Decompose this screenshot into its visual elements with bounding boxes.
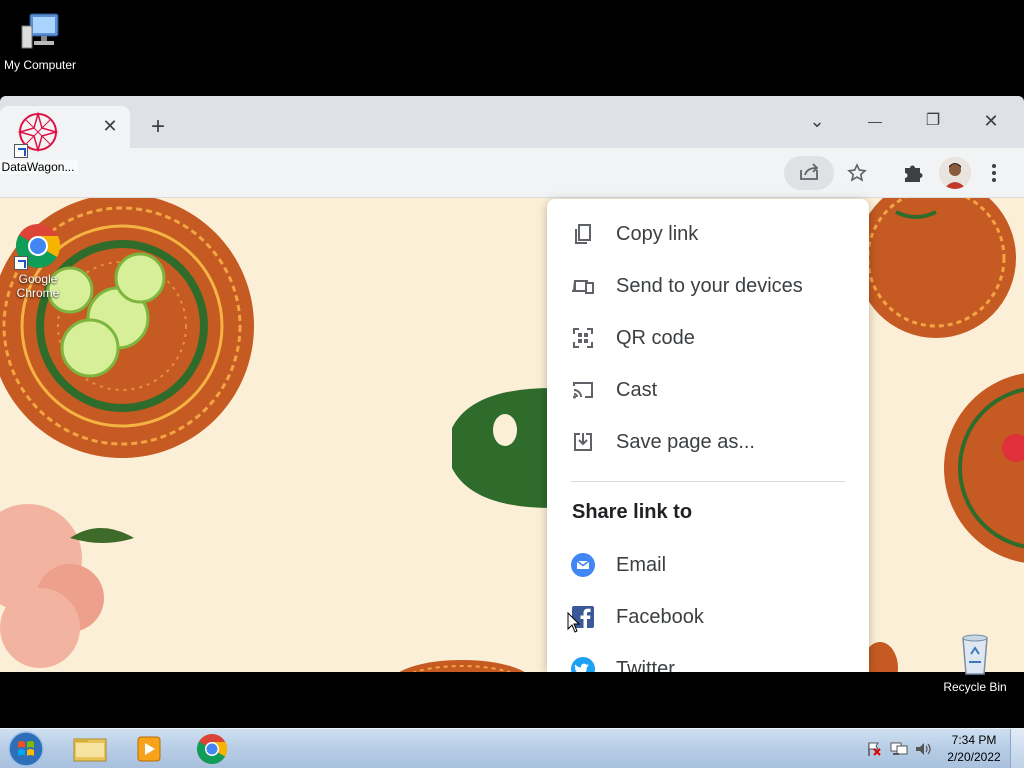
- menu-item-copy-link[interactable]: Copy link: [547, 210, 869, 258]
- volume-icon[interactable]: [914, 741, 932, 757]
- menu-item-send-to-devices[interactable]: Send to your devices: [547, 262, 869, 310]
- folder-icon: [73, 738, 107, 762]
- desktop: My Computer ✕ + ⌄ — ❐ ✕ DataWagon... Goo…: [0, 0, 1024, 768]
- windows-logo-icon: [8, 731, 44, 767]
- share-menu: Copy link Send to your devices QR code C…: [547, 199, 869, 672]
- desktop-icon-label: DataWagon...: [0, 160, 78, 174]
- computer-icon: [16, 8, 64, 56]
- menu-item-share-email[interactable]: Email: [547, 541, 869, 589]
- qr-code-icon: [573, 328, 593, 348]
- menu-item-cast[interactable]: Cast: [547, 366, 869, 414]
- tab-strip: ✕ + ⌄ — ❐ ✕: [0, 96, 1024, 148]
- desktop-icon-label: Google Chrome: [16, 272, 60, 300]
- browser-menu-button[interactable]: [980, 158, 1008, 188]
- share-link-heading: Share link to: [572, 501, 693, 523]
- menu-item-label: QR code: [616, 327, 695, 349]
- cast-icon: [573, 382, 593, 399]
- chrome-icon: [14, 222, 62, 270]
- menu-item-label: Cast: [616, 379, 658, 401]
- shortcut-arrow-icon: [14, 144, 28, 158]
- menu-divider: [571, 481, 845, 482]
- media-player-icon: [137, 736, 161, 762]
- mouse-cursor-icon: [567, 612, 581, 633]
- star-icon: [847, 163, 867, 182]
- tab-close-button[interactable]: ✕: [100, 116, 120, 136]
- menu-item-share-facebook[interactable]: Facebook: [547, 593, 869, 641]
- show-desktop-button[interactable]: [1010, 729, 1024, 768]
- desktop-icon-datawagon[interactable]: DataWagon...: [0, 110, 78, 174]
- decorative-illustration: [0, 198, 1024, 672]
- chrome-window: ✕ + ⌄ — ❐ ✕: [0, 96, 1024, 672]
- menu-item-label: Email: [616, 554, 667, 576]
- desktop-icon-label: Recycle Bin: [943, 680, 1007, 694]
- desktop-icon-my-computer[interactable]: My Computer: [0, 8, 80, 72]
- share-button[interactable]: [784, 156, 834, 190]
- download-icon: [574, 433, 592, 451]
- copy-icon: [575, 224, 591, 244]
- menu-item-share-twitter[interactable]: Twitter: [547, 645, 869, 672]
- desktop-icon-label: My Computer: [3, 58, 77, 72]
- clock-time[interactable]: 7:34 PM: [948, 733, 1000, 747]
- recycle-bin-icon: [951, 630, 999, 678]
- menu-item-label: Facebook: [616, 606, 704, 628]
- action-center-icon[interactable]: [866, 741, 882, 757]
- datawagon-icon: [14, 110, 62, 158]
- taskbar-app-chrome[interactable]: [188, 731, 236, 767]
- shortcut-arrow-icon: [14, 256, 28, 270]
- new-tab-button[interactable]: +: [144, 114, 172, 142]
- menu-item-label: Copy link: [616, 223, 699, 245]
- chrome-icon: [196, 734, 228, 765]
- start-button[interactable]: [6, 730, 46, 768]
- clock-date[interactable]: 2/20/2022: [944, 750, 1004, 764]
- menu-item-label: Save page as...: [616, 431, 755, 453]
- menu-item-label: Twitter: [616, 658, 675, 672]
- twitter-icon: [571, 657, 595, 672]
- browser-toolbar: [0, 148, 1024, 198]
- extensions-button[interactable]: [898, 158, 928, 188]
- desktop-icon-recycle-bin[interactable]: Recycle Bin: [935, 630, 1015, 694]
- bookmark-button[interactable]: [842, 158, 872, 188]
- share-icon: [800, 163, 819, 180]
- tab-search-button[interactable]: ⌄: [802, 108, 832, 134]
- puzzle-icon: [905, 165, 923, 182]
- close-window-button[interactable]: ✕: [976, 108, 1006, 134]
- menu-item-save-page[interactable]: Save page as...: [547, 418, 869, 466]
- menu-item-qr-code[interactable]: QR code: [547, 314, 869, 362]
- devices-icon: [572, 280, 594, 294]
- more-vert-icon: [992, 164, 996, 182]
- network-icon[interactable]: [890, 741, 908, 757]
- page-content: [0, 198, 1024, 672]
- menu-item-label: Send to your devices: [616, 275, 803, 297]
- avatar[interactable]: [939, 157, 971, 189]
- restore-button[interactable]: ❐: [918, 108, 948, 134]
- email-icon: [571, 553, 595, 577]
- taskbar-app-explorer[interactable]: [66, 731, 114, 767]
- taskbar-app-media-player[interactable]: [126, 731, 174, 767]
- minimize-button[interactable]: —: [860, 108, 890, 134]
- taskbar: 7:34 PM 2/20/2022: [0, 728, 1024, 768]
- desktop-icon-google-chrome[interactable]: Google Chrome: [0, 222, 78, 300]
